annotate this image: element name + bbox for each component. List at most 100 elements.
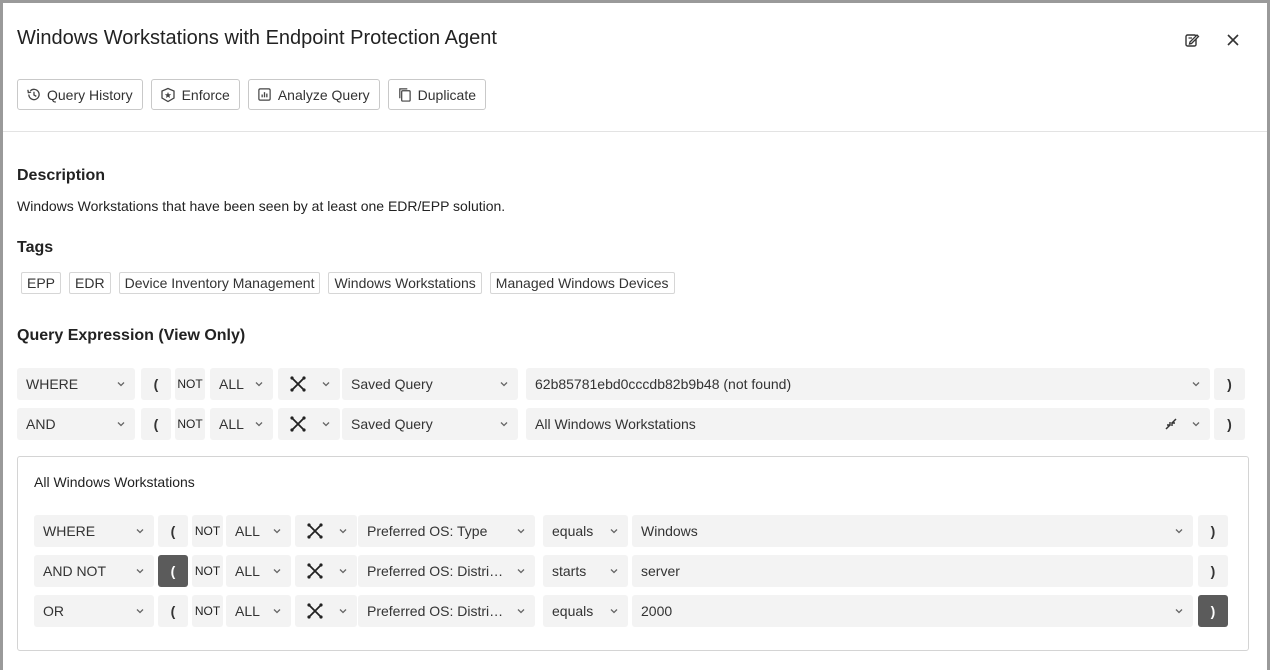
scope-value: ALL bbox=[235, 523, 260, 539]
chevron-down-icon bbox=[339, 569, 347, 574]
collapse-icon[interactable] bbox=[1164, 417, 1178, 431]
value-select[interactable]: Windows bbox=[632, 515, 1193, 547]
field-value: Preferred OS: Type bbox=[367, 523, 488, 539]
logic-value: OR bbox=[43, 603, 64, 619]
scope-select[interactable]: ALL bbox=[226, 595, 291, 627]
scope-value: ALL bbox=[235, 563, 260, 579]
not-toggle[interactable]: NOT bbox=[175, 368, 205, 400]
adapters-icon bbox=[290, 416, 306, 432]
chevron-down-icon bbox=[1192, 382, 1200, 387]
value-select[interactable]: 2000 bbox=[632, 595, 1193, 627]
close-icon[interactable] bbox=[1222, 29, 1244, 51]
adapter-select[interactable] bbox=[295, 555, 357, 587]
chevron-down-icon bbox=[1175, 609, 1183, 614]
chevron-down-icon bbox=[1192, 422, 1200, 427]
close-paren-toggle[interactable]: ) bbox=[1214, 368, 1245, 400]
scope-value: ALL bbox=[235, 603, 260, 619]
close-paren-toggle[interactable]: ) bbox=[1198, 515, 1228, 547]
open-paren-toggle[interactable]: ( bbox=[158, 515, 188, 547]
chevron-down-icon bbox=[339, 609, 347, 614]
close-paren-toggle[interactable]: ) bbox=[1214, 408, 1245, 440]
edit-note-icon[interactable] bbox=[1181, 29, 1203, 51]
open-paren-toggle[interactable]: ( bbox=[141, 368, 171, 400]
chevron-down-icon bbox=[322, 422, 330, 427]
adapter-select[interactable] bbox=[295, 515, 357, 547]
query-modal: Windows Workstations with Endpoint Prote… bbox=[3, 3, 1267, 670]
open-paren-toggle[interactable]: ( bbox=[141, 408, 171, 440]
chevron-down-icon bbox=[500, 382, 508, 387]
adapters-icon bbox=[290, 376, 306, 392]
logic-select[interactable]: WHERE bbox=[34, 515, 154, 547]
value-input[interactable]: server bbox=[632, 555, 1193, 587]
saved-query-panel: All Windows Workstations WHERE ( NOT ALL… bbox=[17, 456, 1249, 651]
value-text: 2000 bbox=[641, 603, 673, 619]
enforce-label: Enforce bbox=[181, 86, 230, 103]
operator-select[interactable]: equals bbox=[543, 515, 628, 547]
chevron-down-icon bbox=[610, 609, 618, 614]
scope-value: ALL bbox=[219, 416, 244, 432]
value-text: All Windows Workstations bbox=[535, 416, 696, 432]
duplicate-button[interactable]: Duplicate bbox=[387, 79, 487, 110]
not-toggle[interactable]: NOT bbox=[192, 595, 223, 627]
tag: Managed Windows Devices bbox=[489, 272, 675, 294]
chevron-down-icon bbox=[255, 422, 263, 427]
analyze-query-label: Analyze Query bbox=[277, 86, 370, 103]
copy-icon bbox=[397, 87, 412, 102]
scope-select[interactable]: ALL bbox=[210, 408, 273, 440]
logic-select[interactable]: AND bbox=[17, 408, 135, 440]
enforce-button[interactable]: Enforce bbox=[150, 79, 240, 110]
field-select[interactable]: Preferred OS: Distrib... bbox=[358, 555, 535, 587]
operator-select[interactable]: equals bbox=[543, 595, 628, 627]
query-history-label: Query History bbox=[47, 86, 133, 103]
logic-select[interactable]: AND NOT bbox=[34, 555, 154, 587]
query-history-button[interactable]: Query History bbox=[17, 79, 143, 110]
query-row: OR ( NOT ALL Preferred OS: Distrib... eq… bbox=[34, 595, 1230, 627]
open-paren-toggle[interactable]: ( bbox=[158, 555, 188, 587]
chevron-down-icon bbox=[136, 529, 144, 534]
field-select[interactable]: Preferred OS: Distrib... bbox=[358, 595, 535, 627]
modal-title: Windows Workstations with Endpoint Prote… bbox=[17, 27, 497, 49]
value-text: server bbox=[641, 563, 680, 579]
description-heading: Description bbox=[17, 167, 106, 184]
not-toggle[interactable]: NOT bbox=[192, 515, 223, 547]
logic-value: WHERE bbox=[43, 523, 96, 539]
tags-heading: Tags bbox=[17, 239, 54, 256]
value-text: 62b85781ebd0cccdb82b9b48 (not found) bbox=[535, 376, 792, 392]
field-select[interactable]: Saved Query bbox=[342, 408, 518, 440]
tag-list: EPP EDR Device Inventory Management Wind… bbox=[21, 272, 675, 294]
not-toggle[interactable]: NOT bbox=[192, 555, 223, 587]
scope-select[interactable]: ALL bbox=[226, 555, 291, 587]
operator-select[interactable]: starts bbox=[543, 555, 628, 587]
open-paren-toggle[interactable]: ( bbox=[158, 595, 188, 627]
chevron-down-icon bbox=[517, 529, 525, 534]
chevron-down-icon bbox=[273, 609, 281, 614]
adapter-select[interactable] bbox=[295, 595, 357, 627]
scope-select[interactable]: ALL bbox=[210, 368, 273, 400]
value-select[interactable]: 62b85781ebd0cccdb82b9b48 (not found) bbox=[526, 368, 1210, 400]
logic-value: AND bbox=[26, 416, 56, 432]
scope-select[interactable]: ALL bbox=[226, 515, 291, 547]
tag: EDR bbox=[69, 272, 111, 294]
not-toggle[interactable]: NOT bbox=[175, 408, 205, 440]
logic-value: WHERE bbox=[26, 376, 79, 392]
logic-select[interactable]: OR bbox=[34, 595, 154, 627]
adapters-icon bbox=[307, 523, 323, 539]
adapter-select[interactable] bbox=[278, 408, 340, 440]
field-select[interactable]: Preferred OS: Type bbox=[358, 515, 535, 547]
close-paren-toggle[interactable]: ) bbox=[1198, 555, 1228, 587]
query-row: WHERE ( NOT ALL Saved Query 62b85781ebd0… bbox=[17, 368, 1247, 400]
description-text: Windows Workstations that have been seen… bbox=[17, 198, 506, 214]
chevron-down-icon bbox=[500, 422, 508, 427]
value-select[interactable]: All Windows Workstations bbox=[526, 408, 1210, 440]
chevron-down-icon bbox=[517, 609, 525, 614]
field-select[interactable]: Saved Query bbox=[342, 368, 518, 400]
header-divider bbox=[3, 131, 1267, 132]
logic-select[interactable]: WHERE bbox=[17, 368, 135, 400]
analyze-query-button[interactable]: Analyze Query bbox=[247, 79, 380, 110]
chevron-down-icon bbox=[136, 609, 144, 614]
field-value: Preferred OS: Distrib... bbox=[367, 563, 506, 579]
adapter-select[interactable] bbox=[278, 368, 340, 400]
close-paren-toggle[interactable]: ) bbox=[1198, 595, 1228, 627]
operator-value: equals bbox=[552, 603, 594, 619]
operator-value: equals bbox=[552, 523, 594, 539]
